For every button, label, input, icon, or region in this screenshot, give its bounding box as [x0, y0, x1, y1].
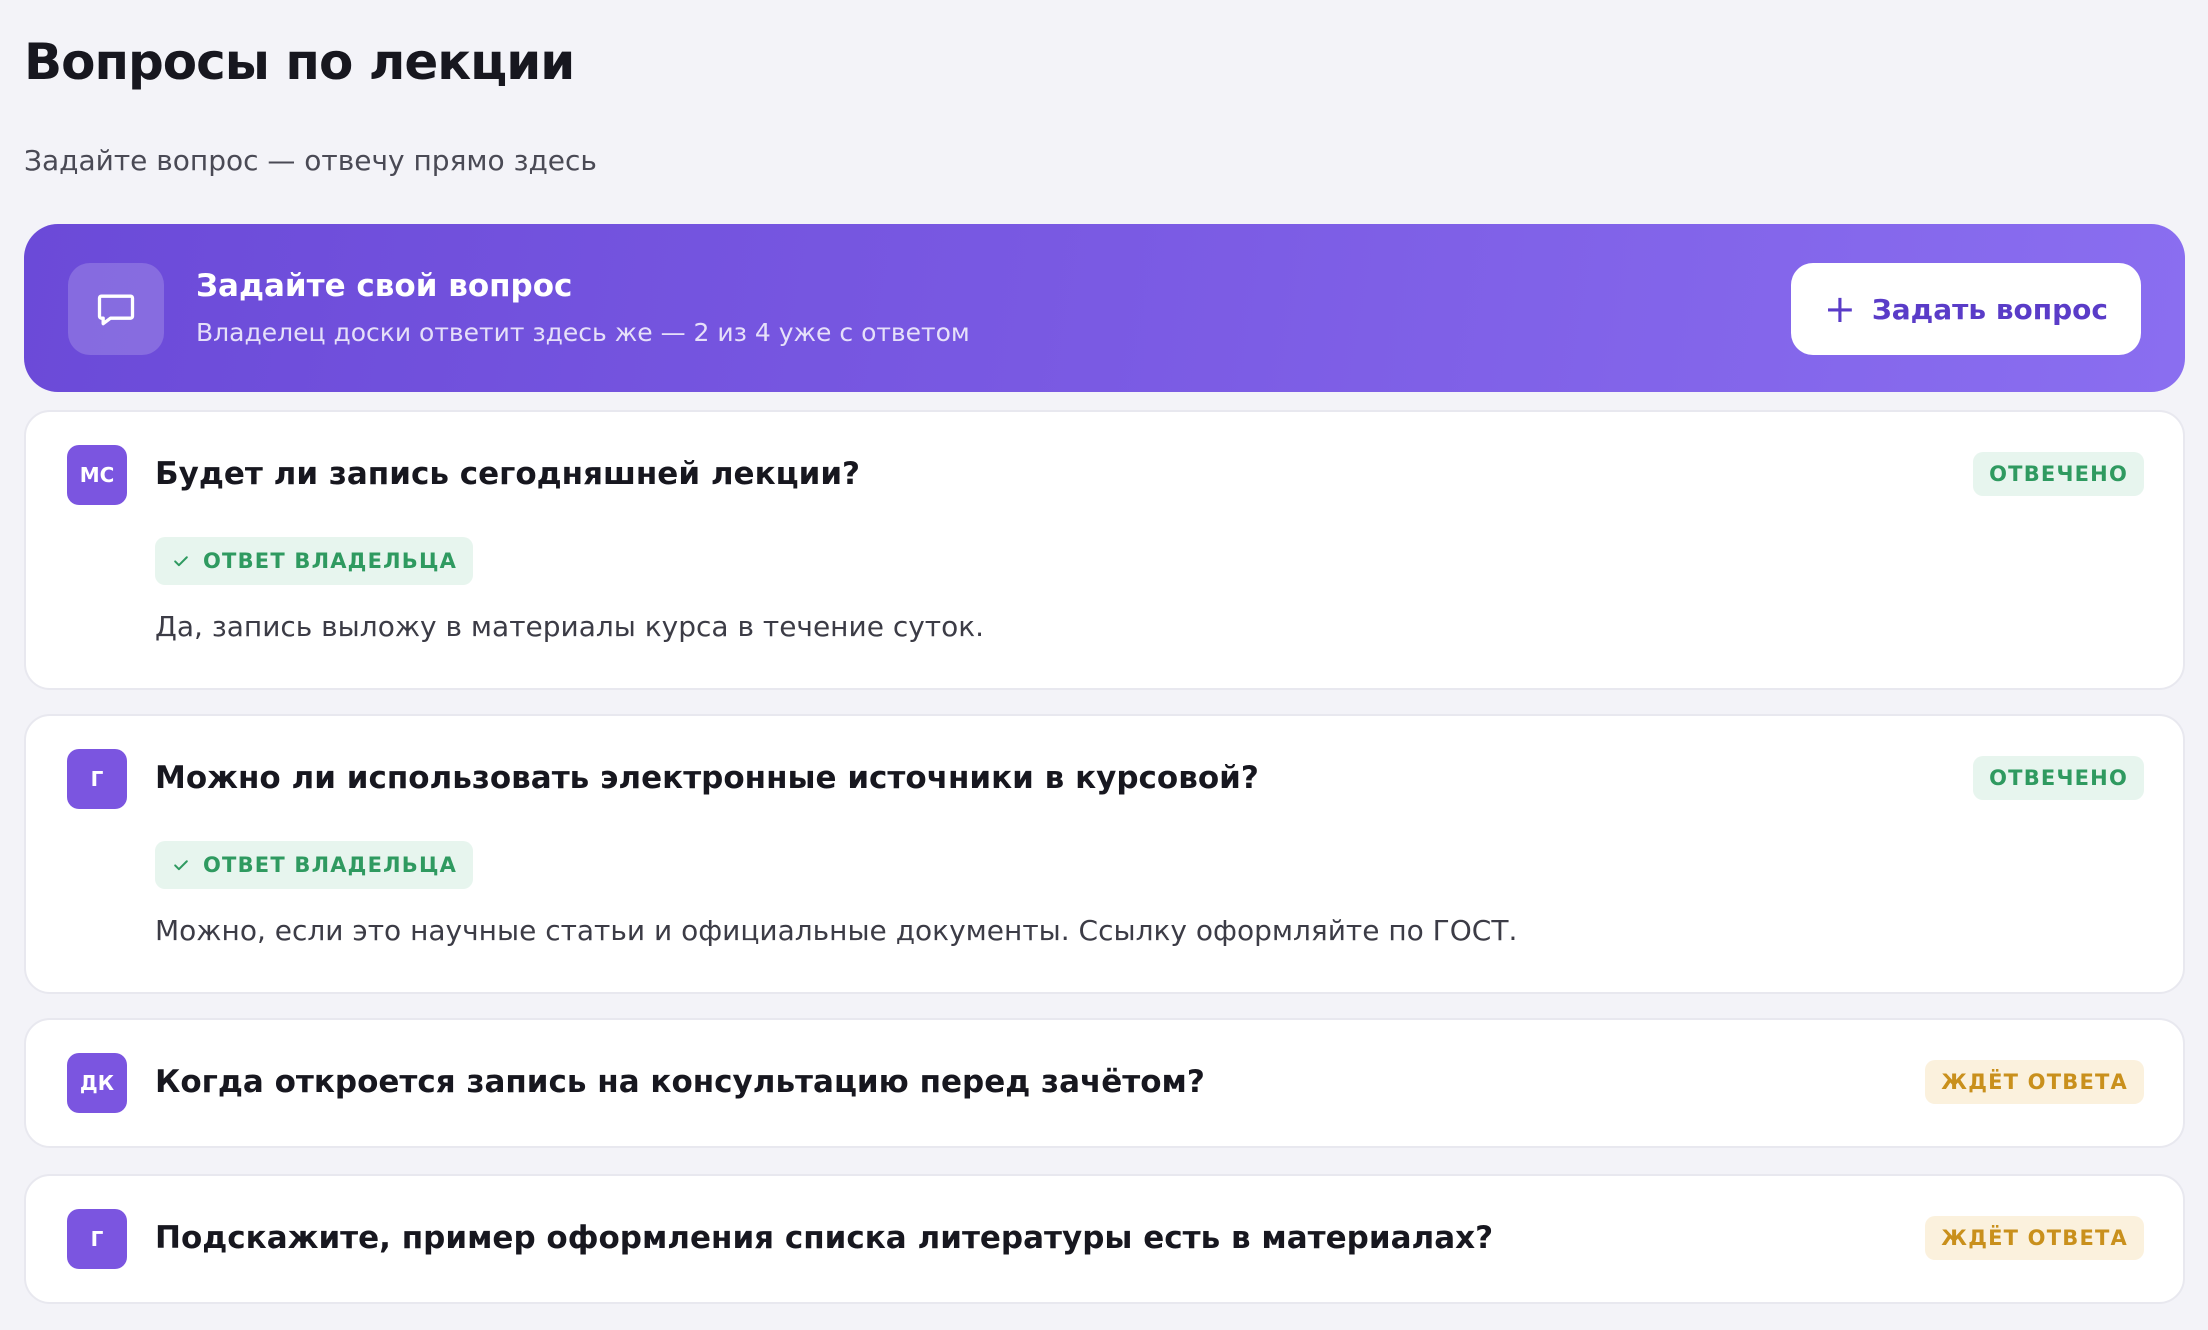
ask-question-button[interactable]: + Задать вопрос — [1791, 263, 2141, 355]
status-badge: ЖДЁТ ОТВЕТА — [1925, 1216, 2144, 1260]
banner-subtitle: Владелец доски ответит здесь же — 2 из 4… — [196, 318, 970, 347]
avatar: Г — [67, 749, 127, 809]
banner-title: Задайте свой вопрос — [196, 268, 573, 304]
owner-answer-label: ОТВЕТ ВЛАДЕЛЬЦА — [203, 853, 458, 877]
question-card[interactable]: ДК Когда откроется запись на консультацию… — [24, 1018, 2185, 1148]
question-title: Будет ли запись сегодняшней лекции? — [155, 456, 861, 492]
answer-text: Можно, если это научные статьи и официал… — [155, 914, 1518, 947]
question-card[interactable]: Г Подскажите, пример оформления списка ли… — [24, 1174, 2185, 1304]
owner-answer-label: ОТВЕТ ВЛАДЕЛЬЦА — [203, 549, 458, 573]
status-badge: ЖДЁТ ОТВЕТА — [1925, 1060, 2144, 1104]
avatar: ДК — [67, 1053, 127, 1113]
page-title: Вопросы по лекции — [24, 33, 575, 91]
question-card[interactable]: МС Будет ли запись сегодняшней лекции? ОТВ… — [24, 410, 2185, 690]
status-badge: ОТВЕЧЕНО — [1973, 756, 2144, 800]
status-badge: ОТВЕЧЕНО — [1973, 452, 2144, 496]
check-icon — [171, 855, 191, 875]
banner-text: Задайте свой вопрос Владелец доски ответ… — [196, 266, 970, 350]
ask-question-button-label: Задать вопрос — [1871, 292, 2108, 326]
questions-page: Вопросы по лекции Задайте вопрос — отвеч… — [0, 0, 2208, 1304]
question-title: Когда откроется запись на консультацию п… — [155, 1064, 1205, 1100]
ask-question-banner: Задайте свой вопрос Владелец доски ответ… — [24, 224, 2185, 392]
page-subtitle: Задайте вопрос — отвечу прямо здесь — [24, 144, 597, 177]
question-card[interactable]: Г Можно ли использовать электронные источ… — [24, 714, 2185, 994]
owner-answer-badge: ОТВЕТ ВЛАДЕЛЬЦА — [155, 841, 474, 889]
avatar: МС — [67, 445, 127, 505]
chat-bubble-icon — [68, 263, 164, 355]
owner-answer-badge: ОТВЕТ ВЛАДЕЛЬЦА — [155, 537, 474, 585]
plus-icon: + — [1824, 287, 1856, 331]
question-title: Подскажите, пример оформления списка лит… — [155, 1220, 1494, 1256]
avatar: Г — [67, 1209, 127, 1269]
answer-text: Да, запись выложу в материалы курса в те… — [155, 610, 985, 643]
question-title: Можно ли использовать электронные источн… — [155, 760, 1259, 796]
check-icon — [171, 551, 191, 571]
